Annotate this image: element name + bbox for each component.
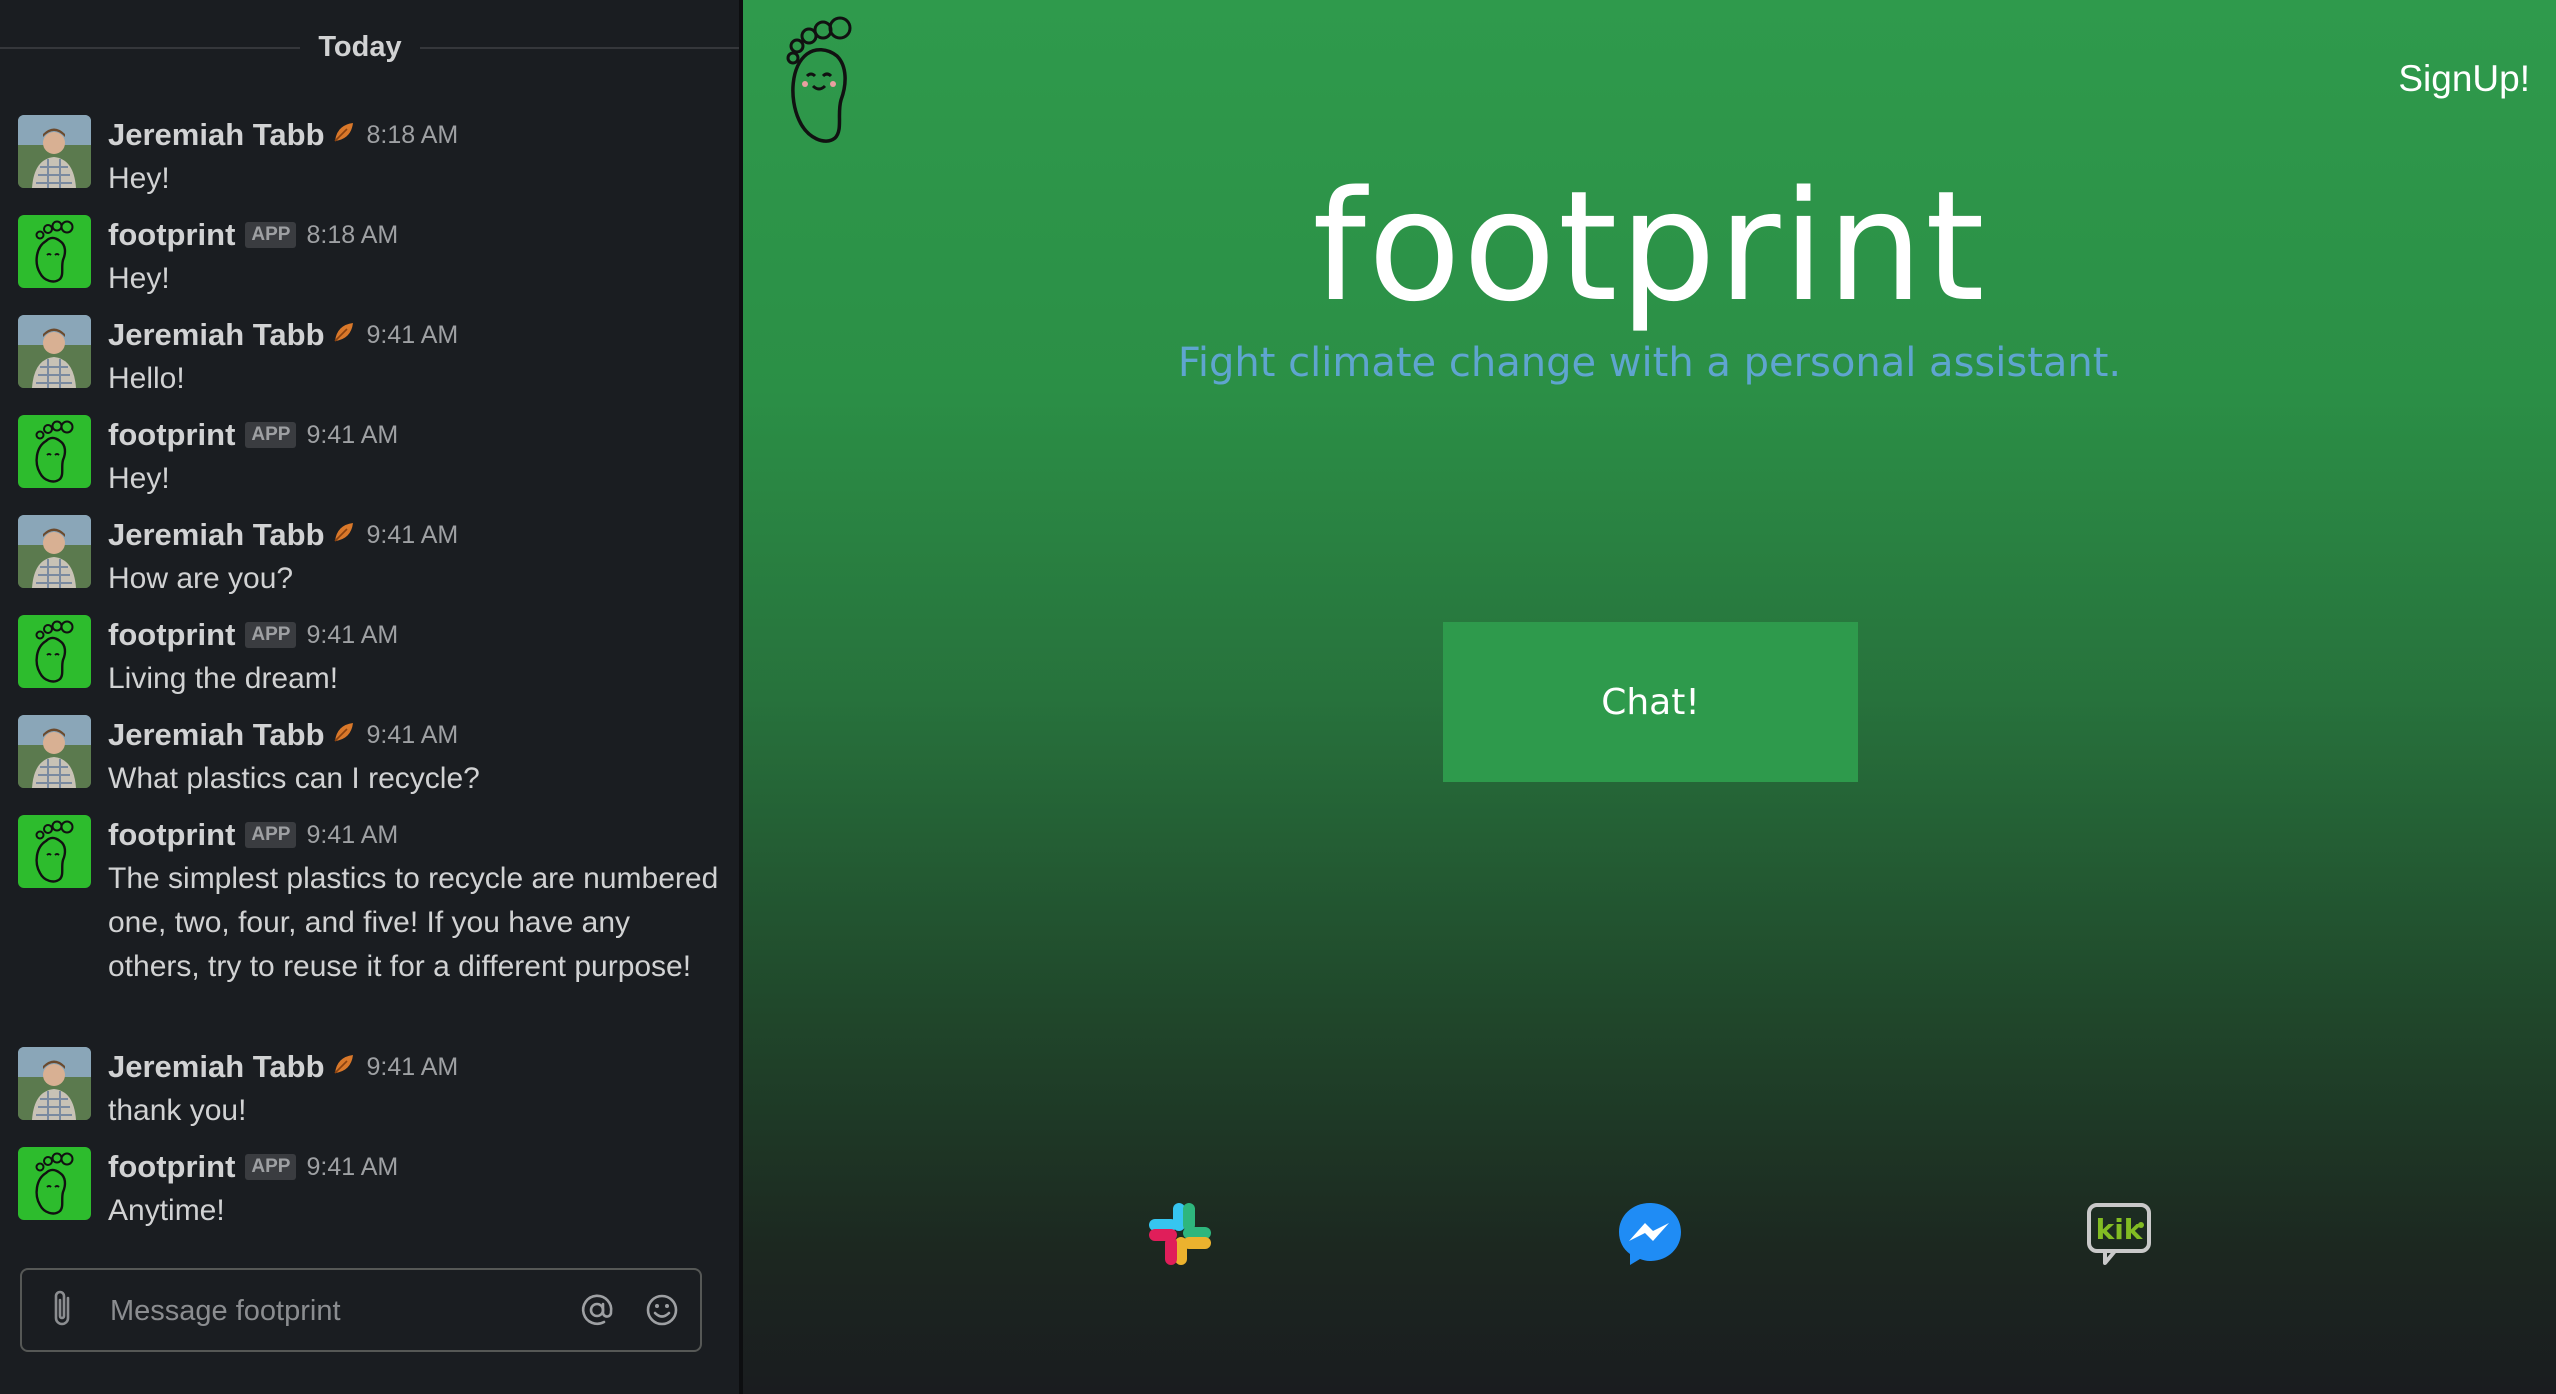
user-avatar[interactable]: [18, 715, 91, 788]
paperclip-icon[interactable]: [48, 1288, 80, 1332]
kik-icon[interactable]: kik: [2085, 1199, 2155, 1269]
message-author[interactable]: footprint: [108, 417, 235, 453]
date-divider: Today: [0, 0, 739, 96]
message-timestamp[interactable]: 9:41 AM: [367, 521, 459, 550]
person-photo-icon: [18, 1047, 91, 1120]
app-badge: APP: [245, 822, 297, 848]
message-author[interactable]: Jeremiah Tabb: [108, 117, 325, 153]
footprint-logo-icon: [786, 16, 852, 143]
message-author[interactable]: Jeremiah Tabb: [108, 1049, 325, 1085]
slack-conversation-pane: Today Jeremiah Tabb 8:18 AM Hey! footprint A…: [0, 0, 739, 1394]
status-leaf-icon: [331, 319, 357, 352]
status-leaf-icon: [331, 119, 357, 152]
footprint-bot-avatar[interactable]: [18, 815, 91, 888]
slack-icon[interactable]: [1145, 1199, 1215, 1269]
message-text: Living the dream!: [108, 662, 339, 695]
message-header: Jeremiah Tabb 9:41 AM: [108, 515, 458, 555]
message-text: How are you?: [108, 562, 294, 595]
message-header: Jeremiah Tabb 9:41 AM: [108, 315, 458, 355]
message-text: Hey!: [108, 162, 170, 195]
message-text: Hey!: [108, 462, 170, 495]
mention-icon[interactable]: [577, 1290, 617, 1330]
message-author[interactable]: Jeremiah Tabb: [108, 717, 325, 753]
footprint-logo-icon: [35, 620, 74, 683]
message-author[interactable]: footprint: [108, 617, 235, 653]
message-header: Jeremiah Tabb 8:18 AM: [108, 115, 458, 155]
footprint-logo-icon: [35, 220, 74, 283]
message-author[interactable]: Jeremiah Tabb: [108, 517, 325, 553]
message-text: What plastics can I recycle?: [108, 762, 480, 795]
message-timestamp[interactable]: 9:41 AM: [306, 421, 398, 450]
message-timestamp[interactable]: 9:41 AM: [306, 621, 398, 650]
emoji-icon[interactable]: [642, 1290, 682, 1330]
user-avatar[interactable]: [18, 315, 91, 388]
message-timestamp[interactable]: 8:18 AM: [367, 121, 459, 150]
person-photo-icon: [18, 115, 91, 188]
user-avatar[interactable]: [18, 1047, 91, 1120]
message-text: Anytime!: [108, 1194, 225, 1227]
message-timestamp[interactable]: 9:41 AM: [306, 1153, 398, 1182]
footprint-bot-avatar[interactable]: [18, 415, 91, 488]
messenger-icon[interactable]: [1615, 1199, 1685, 1269]
footprint-logo-icon: [35, 1152, 74, 1215]
app-badge: APP: [245, 422, 297, 448]
message-author[interactable]: footprint: [108, 217, 235, 253]
hero-tagline: Fight climate change with a personal ass…: [1177, 340, 2122, 386]
svg-text:kik: kik: [2096, 1213, 2144, 1246]
person-photo-icon: [18, 315, 91, 388]
message-input[interactable]: [108, 1288, 552, 1334]
message-header: footprint APP 9:41 AM: [108, 615, 398, 655]
message-timestamp[interactable]: 9:41 AM: [367, 321, 459, 350]
message-header: Jeremiah Tabb 9:41 AM: [108, 1047, 458, 1087]
message-header: Jeremiah Tabb 9:41 AM: [108, 715, 458, 755]
footprint-logo-icon: [35, 420, 74, 483]
message-header: footprint APP 9:41 AM: [108, 415, 398, 455]
footprint-bot-avatar[interactable]: [18, 215, 91, 288]
hero-title: footprint: [1312, 158, 1987, 335]
date-divider-label: Today: [300, 22, 420, 72]
footprint-website: SignUp! footprint Fight climate change w…: [743, 0, 2556, 1394]
app-badge: APP: [245, 622, 297, 648]
status-leaf-icon: [331, 1051, 357, 1084]
footprint-logo-icon: [35, 820, 74, 883]
message-timestamp[interactable]: 9:41 AM: [306, 821, 398, 850]
message-header: footprint APP 8:18 AM: [108, 215, 398, 255]
message-timestamp[interactable]: 9:41 AM: [367, 1053, 459, 1082]
chat-button[interactable]: Chat!: [1443, 622, 1858, 782]
status-leaf-icon: [331, 519, 357, 552]
status-leaf-icon: [331, 719, 357, 752]
person-photo-icon: [18, 515, 91, 588]
message-text: Hey!: [108, 262, 170, 295]
app-badge: APP: [245, 1154, 297, 1180]
user-avatar[interactable]: [18, 115, 91, 188]
user-avatar[interactable]: [18, 515, 91, 588]
message-author[interactable]: footprint: [108, 1149, 235, 1185]
message-text: thank you!: [108, 1094, 247, 1127]
footprint-bot-avatar[interactable]: [18, 1147, 91, 1220]
app-badge: APP: [245, 222, 297, 248]
message-header: footprint APP 9:41 AM: [108, 1147, 398, 1187]
footprint-bot-avatar[interactable]: [18, 615, 91, 688]
message-timestamp[interactable]: 9:41 AM: [367, 721, 459, 750]
signup-link[interactable]: SignUp!: [2398, 58, 2530, 100]
message-composer[interactable]: [20, 1268, 702, 1352]
message-text: The simplest plastics to recycle are num…: [108, 862, 719, 983]
message-header: footprint APP 9:41 AM: [108, 815, 398, 855]
message-timestamp[interactable]: 8:18 AM: [306, 221, 398, 250]
person-photo-icon: [18, 715, 91, 788]
message-author[interactable]: Jeremiah Tabb: [108, 317, 325, 353]
message-text: Hello!: [108, 362, 185, 395]
message-author[interactable]: footprint: [108, 817, 235, 853]
